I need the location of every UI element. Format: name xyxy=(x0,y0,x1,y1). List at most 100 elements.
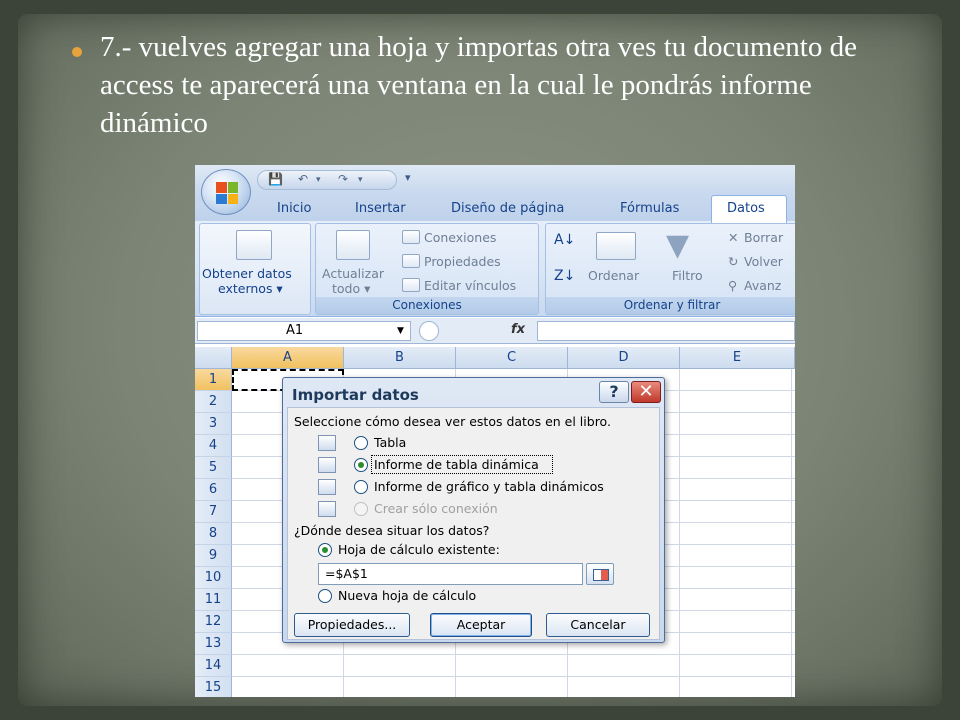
slide-bullet-text: 7.- vuelves agregar una hoja y importas … xyxy=(100,31,857,139)
advanced-filter-button[interactable]: Avanz xyxy=(744,278,781,293)
select-all-button[interactable] xyxy=(195,347,232,369)
office-logo-icon xyxy=(216,182,238,204)
tab-formulas[interactable]: Fórmulas xyxy=(620,201,679,216)
connection-only-radio xyxy=(354,502,368,516)
column-header-e[interactable]: E xyxy=(680,347,795,369)
pivot-chart-option-label[interactable]: Informe de gráfico y tabla dinámicos xyxy=(374,479,604,494)
name-box-dropdown-icon[interactable]: ▼ xyxy=(397,326,404,336)
collapse-dialog-button[interactable] xyxy=(586,563,614,585)
new-sheet-label[interactable]: Nueva hoja de cálculo xyxy=(338,588,476,603)
customize-qat-icon[interactable]: ▾ xyxy=(405,171,411,184)
table-option-label[interactable]: Tabla xyxy=(374,435,406,450)
reapply-button[interactable]: Volver xyxy=(744,254,783,269)
pivot-table-option-label[interactable]: Informe de tabla dinámica xyxy=(374,457,539,472)
undo-icon[interactable]: ↶ xyxy=(298,172,308,186)
edit-links-icon xyxy=(402,278,420,292)
connections-button[interactable]: Conexiones xyxy=(424,230,496,245)
redo-icon[interactable]: ↷ xyxy=(338,172,348,186)
insert-function-icon[interactable]: fx xyxy=(511,322,525,337)
close-button[interactable]: ✕ xyxy=(631,381,661,403)
tab-datos[interactable]: Datos xyxy=(727,201,765,216)
column-header-a[interactable]: A xyxy=(232,347,344,369)
refresh-all-icon[interactable] xyxy=(336,230,370,260)
column-header-c[interactable]: C xyxy=(456,347,568,369)
column-header-d[interactable]: D xyxy=(568,347,680,369)
tab-inicio[interactable]: Inicio xyxy=(277,201,311,216)
row-header[interactable]: 15 xyxy=(195,677,232,697)
office-button[interactable] xyxy=(201,169,251,215)
edit-links-button[interactable]: Editar vínculos xyxy=(424,278,516,293)
row-header[interactable]: 5 xyxy=(195,457,232,479)
properties-dialog-button[interactable]: Propiedades... xyxy=(294,613,410,637)
clear-filter-button[interactable]: Borrar xyxy=(744,230,783,245)
pivot-chart-radio[interactable] xyxy=(354,480,368,494)
row-header[interactable]: 3 xyxy=(195,413,232,435)
row-header[interactable]: 11 xyxy=(195,589,232,611)
cancel-button[interactable]: Cancelar xyxy=(546,613,650,637)
connections-icon xyxy=(402,230,420,244)
row-header[interactable]: 2 xyxy=(195,391,232,413)
sort-filter-group-label: Ordenar y filtrar xyxy=(546,297,795,314)
sort-filter-group: A↓ Z↓ Ordenar ▼ Filtro ✕ Borrar ↻ Volver… xyxy=(545,223,795,315)
reference-input[interactable]: =$A$1 xyxy=(318,563,583,585)
sort-icon[interactable] xyxy=(596,232,636,260)
dialog-title: Importar datos xyxy=(292,386,419,404)
ribbon-tabs: Inicio Insertar Diseño de página Fórmula… xyxy=(195,193,795,223)
refresh-all-label2[interactable]: todo ▾ xyxy=(332,281,370,296)
pivot-table-radio[interactable] xyxy=(354,458,368,472)
sort-ascending-icon[interactable]: A↓ xyxy=(554,232,575,248)
advanced-filter-icon: ⚲ xyxy=(728,278,738,293)
get-external-data-icon[interactable] xyxy=(236,230,272,260)
row-header[interactable]: 4 xyxy=(195,435,232,457)
row-header[interactable]: 12 xyxy=(195,611,232,633)
pivot-table-icon xyxy=(318,457,336,473)
properties-icon xyxy=(402,254,420,268)
quick-access-toolbar: 💾 ↶ ▾ ↷ ▾ xyxy=(257,170,397,190)
location-prompt: ¿Dónde desea situar los datos? xyxy=(294,523,490,538)
row-header[interactable]: 14 xyxy=(195,655,232,677)
table-icon xyxy=(318,435,336,451)
refresh-all-button[interactable]: Actualizar xyxy=(322,266,384,281)
ribbon: Obtener datos externos ▾ Actualizar todo… xyxy=(195,221,795,317)
sort-descending-icon[interactable]: Z↓ xyxy=(554,268,575,284)
expand-formula-icon[interactable] xyxy=(419,321,439,341)
formula-bar: A1 ▼ fx xyxy=(195,318,795,344)
help-button[interactable]: ? xyxy=(599,381,629,403)
accept-button[interactable]: Aceptar xyxy=(430,613,532,637)
column-header-b[interactable]: B xyxy=(344,347,456,369)
bullet-icon xyxy=(72,47,82,57)
get-external-data-label2[interactable]: externos ▾ xyxy=(218,281,283,296)
formula-bar-controls: fx xyxy=(417,321,537,341)
existing-sheet-radio[interactable] xyxy=(318,543,332,557)
formula-input[interactable] xyxy=(537,321,795,341)
get-external-data-button[interactable]: Obtener datos xyxy=(202,266,292,281)
pivot-chart-icon xyxy=(318,479,336,495)
redo-dropdown-icon[interactable]: ▾ xyxy=(358,175,363,185)
reapply-icon: ↻ xyxy=(728,254,739,269)
excel-screenshot: 💾 ↶ ▾ ↷ ▾ ▾ Inicio Insertar Diseño de pá… xyxy=(195,165,795,697)
name-box[interactable]: A1 xyxy=(197,321,411,341)
row-header[interactable]: 6 xyxy=(195,479,232,501)
table-radio[interactable] xyxy=(354,436,368,450)
row-header[interactable]: 1 xyxy=(195,369,232,391)
new-sheet-radio[interactable] xyxy=(318,589,332,603)
properties-button[interactable]: Propiedades xyxy=(424,254,501,269)
tab-diseno-pagina[interactable]: Diseño de página xyxy=(451,201,564,216)
dialog-body: Seleccione cómo desea ver estos datos en… xyxy=(287,407,660,640)
tab-insertar[interactable]: Insertar xyxy=(355,201,406,216)
connections-group-label: Conexiones xyxy=(316,297,538,314)
row-header[interactable]: 13 xyxy=(195,633,232,655)
row-header[interactable]: 10 xyxy=(195,567,232,589)
filter-button[interactable]: Filtro xyxy=(672,268,703,283)
sort-button[interactable]: Ordenar xyxy=(588,268,639,283)
view-prompt: Seleccione cómo desea ver estos datos en… xyxy=(294,414,611,429)
get-external-data-group: Obtener datos externos ▾ xyxy=(199,223,311,315)
filter-icon[interactable]: ▼ xyxy=(666,228,689,263)
existing-sheet-label[interactable]: Hoja de cálculo existente: xyxy=(338,542,500,557)
row-header[interactable]: 9 xyxy=(195,545,232,567)
row-header[interactable]: 7 xyxy=(195,501,232,523)
save-icon[interactable]: 💾 xyxy=(268,172,283,186)
import-data-dialog: Importar datos ? ✕ Seleccione cómo desea… xyxy=(282,377,665,643)
row-header[interactable]: 8 xyxy=(195,523,232,545)
undo-dropdown-icon[interactable]: ▾ xyxy=(316,175,321,185)
